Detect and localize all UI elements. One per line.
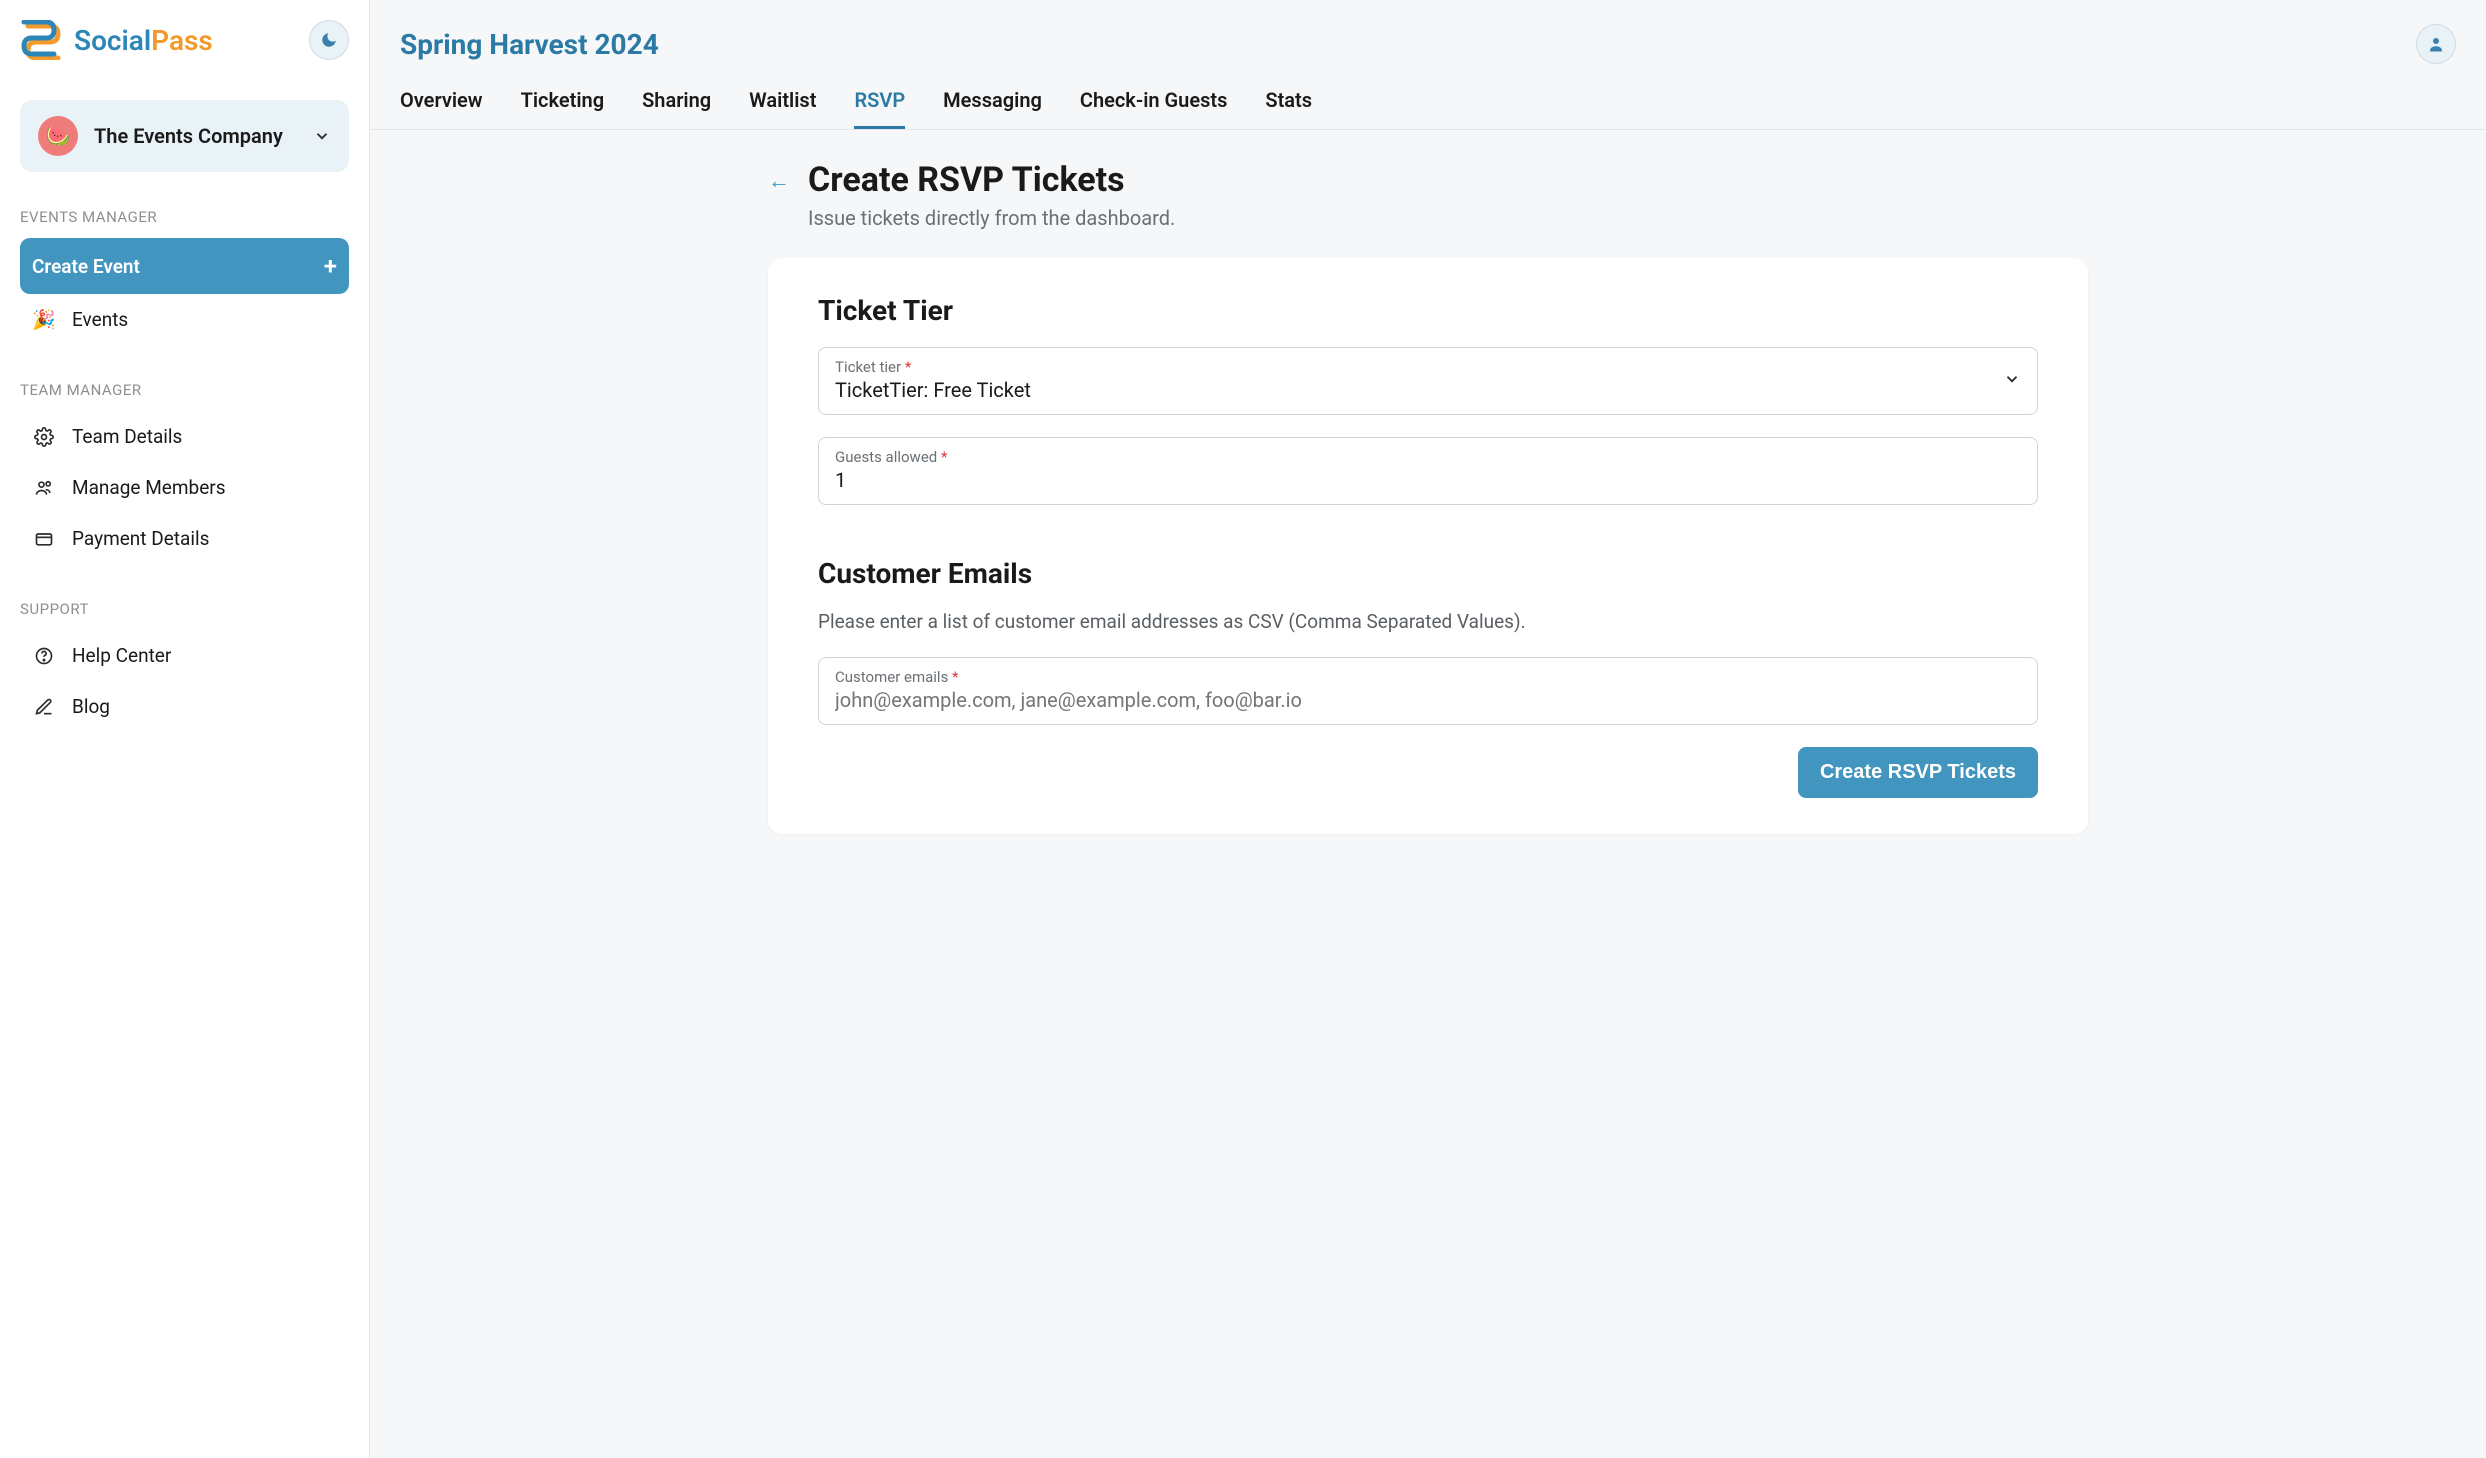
org-avatar: 🍉	[38, 116, 78, 156]
page-head-text: Create RSVP Tickets Issue tickets direct…	[808, 160, 1175, 230]
main: Spring Harvest 2024 Overview Ticketing S…	[370, 0, 2486, 1458]
tab-stats[interactable]: Stats	[1265, 88, 1312, 129]
create-rsvp-tickets-button[interactable]: Create RSVP Tickets	[1798, 747, 2038, 798]
section-label-support: SUPPORT	[20, 600, 349, 618]
chevron-down-icon	[2003, 370, 2021, 392]
blog-label: Blog	[72, 695, 110, 718]
logo-text: SocialPass	[74, 24, 213, 57]
help-icon	[32, 646, 56, 666]
events-label: Events	[72, 308, 128, 331]
main-header: Spring Harvest 2024 Overview Ticketing S…	[370, 0, 2486, 130]
customer-emails-field[interactable]: Customer emails *	[818, 657, 2038, 725]
tab-rsvp[interactable]: RSVP	[854, 88, 905, 129]
user-menu-button[interactable]	[2416, 24, 2456, 64]
customer-emails-label: Customer emails *	[835, 668, 2021, 686]
content: ← Create RSVP Tickets Issue tickets dire…	[728, 130, 2128, 864]
header-row: Spring Harvest 2024	[400, 24, 2456, 64]
back-arrow-icon[interactable]: ←	[768, 168, 790, 194]
customer-emails-heading: Customer Emails	[818, 557, 2038, 590]
customer-emails-input[interactable]	[835, 688, 2021, 712]
form-card: Ticket Tier Ticket tier * TicketTier: Fr…	[768, 258, 2088, 834]
event-title: Spring Harvest 2024	[400, 28, 659, 61]
sidebar: SocialPass 🍉 The Events Company EVENTS M…	[0, 0, 370, 1458]
payment-details-label: Payment Details	[72, 527, 209, 550]
ticket-tier-field[interactable]: Ticket tier * TicketTier: Free Ticket	[818, 347, 2038, 415]
edit-icon	[32, 697, 56, 717]
tabs: Overview Ticketing Sharing Waitlist RSVP…	[400, 88, 2456, 129]
sidebar-item-help-center[interactable]: Help Center	[20, 630, 349, 681]
tab-ticketing[interactable]: Ticketing	[521, 88, 605, 129]
sidebar-item-create-event[interactable]: Create Event +	[20, 238, 349, 294]
guests-allowed-label: Guests allowed *	[835, 448, 2021, 466]
page-head: ← Create RSVP Tickets Issue tickets dire…	[768, 160, 2088, 230]
team-details-label: Team Details	[72, 425, 182, 448]
sidebar-item-payment-details[interactable]: Payment Details	[20, 513, 349, 564]
logo-icon	[20, 20, 66, 60]
sidebar-item-events[interactable]: 🎉 Events	[20, 294, 349, 345]
ticket-tier-heading: Ticket Tier	[818, 294, 2038, 327]
user-icon	[2427, 35, 2445, 53]
tab-checkin[interactable]: Check-in Guests	[1080, 88, 1228, 129]
plus-icon: +	[324, 252, 337, 280]
tab-sharing[interactable]: Sharing	[642, 88, 711, 129]
page-title: Create RSVP Tickets	[808, 160, 1175, 200]
sidebar-item-team-details[interactable]: Team Details	[20, 411, 349, 462]
sidebar-top: SocialPass	[20, 20, 349, 60]
guests-allowed-input[interactable]	[835, 468, 2021, 492]
section-label-team: TEAM MANAGER	[20, 381, 349, 399]
section-label-events: EVENTS MANAGER	[20, 208, 349, 226]
guests-allowed-field[interactable]: Guests allowed *	[818, 437, 2038, 505]
org-selector[interactable]: 🍉 The Events Company	[20, 100, 349, 172]
manage-members-label: Manage Members	[72, 476, 226, 499]
logo[interactable]: SocialPass	[20, 20, 213, 60]
tab-messaging[interactable]: Messaging	[943, 88, 1042, 129]
tab-waitlist[interactable]: Waitlist	[749, 88, 816, 129]
chevron-down-icon	[313, 127, 331, 145]
customer-emails-help: Please enter a list of customer email ad…	[818, 610, 2038, 633]
confetti-icon: 🎉	[32, 308, 56, 331]
moon-icon	[320, 31, 338, 49]
ticket-tier-label: Ticket tier *	[835, 358, 2021, 376]
sidebar-item-blog[interactable]: Blog	[20, 681, 349, 732]
org-name: The Events Company	[94, 124, 297, 148]
theme-toggle-button[interactable]	[309, 20, 349, 60]
sidebar-item-manage-members[interactable]: Manage Members	[20, 462, 349, 513]
people-icon	[32, 478, 56, 498]
gear-icon	[32, 427, 56, 447]
ticket-tier-value: TicketTier: Free Ticket	[835, 378, 2021, 402]
card-icon	[32, 529, 56, 549]
page-subtitle: Issue tickets directly from the dashboar…	[808, 206, 1175, 230]
create-event-label: Create Event	[32, 255, 140, 278]
help-center-label: Help Center	[72, 644, 171, 667]
tab-overview[interactable]: Overview	[400, 88, 483, 129]
submit-row: Create RSVP Tickets	[818, 747, 2038, 798]
